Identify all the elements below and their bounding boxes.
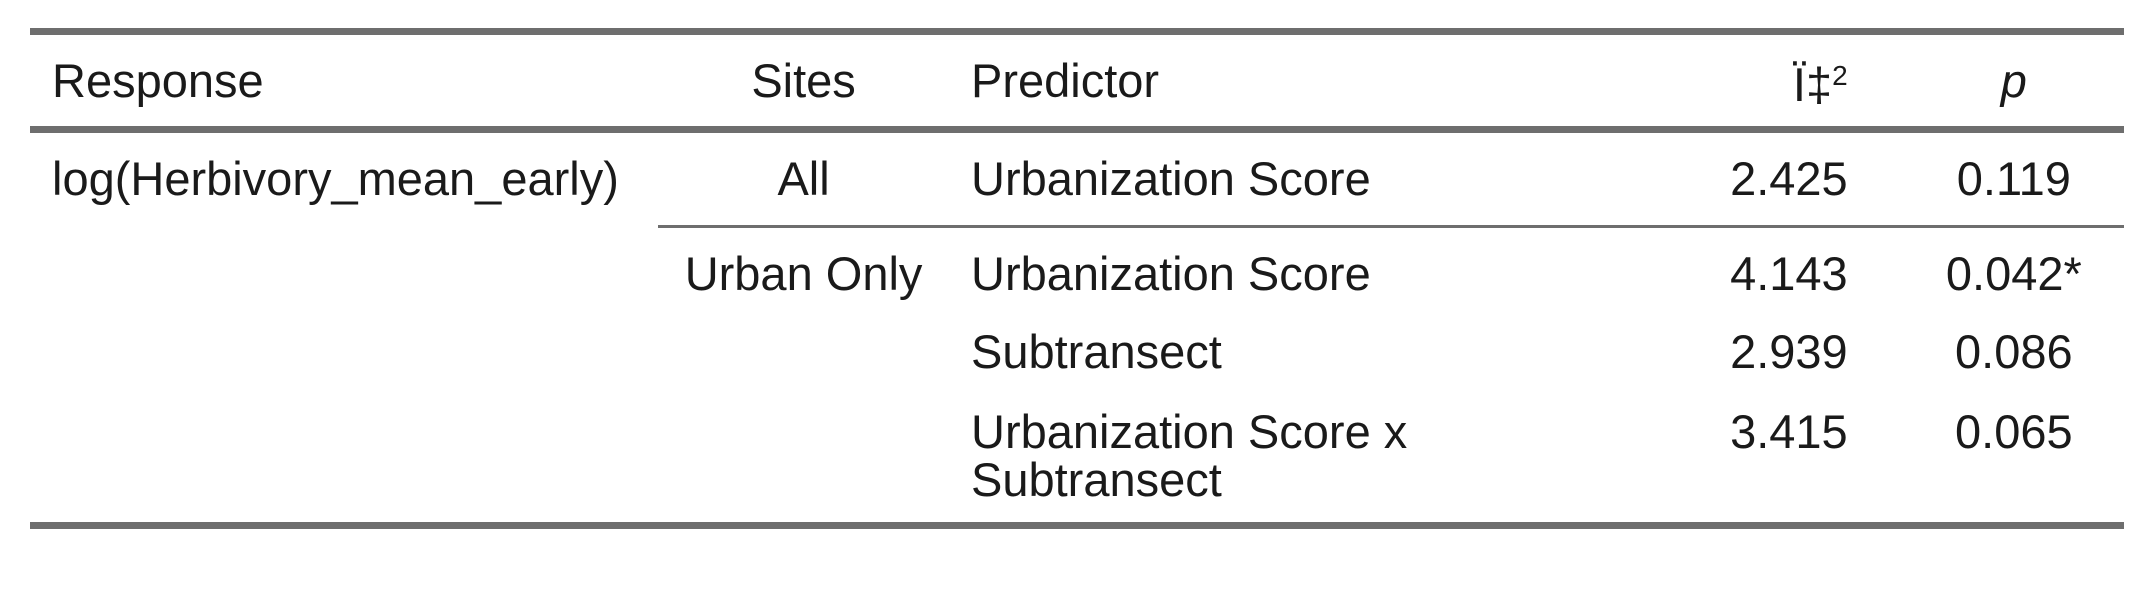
cell-response: log(Herbivory_mean_early) xyxy=(52,152,619,205)
header-sites: Sites xyxy=(751,53,856,107)
table-header: Response Sites Predictor Ï‡2 p xyxy=(30,31,2124,130)
cell-sites: All xyxy=(658,129,949,228)
table-body: log(Herbivory_mean_early) All Urbanizati… xyxy=(30,129,2124,526)
cell-p-value: 0.042* xyxy=(1945,247,2082,300)
cell-predictor: Urbanization Score x Subtransect xyxy=(949,392,1662,526)
cell-chi-squared: 3.415 xyxy=(1730,405,1848,458)
cell-predictor: Subtransect xyxy=(971,325,1222,378)
cell-p-value: 0.119 xyxy=(1903,129,2124,228)
header-chi-base: Ï‡ xyxy=(1792,58,1833,111)
cell-sites xyxy=(658,312,949,392)
table-row: Urban Only Urbanization Score 4.143 0.04… xyxy=(30,227,2124,313)
results-table: Response Sites Predictor Ï‡2 p log(Herbi… xyxy=(30,28,2124,529)
header-response: Response xyxy=(52,53,264,107)
table-row: log(Herbivory_mean_early) All Urbanizati… xyxy=(30,129,2124,228)
header-p-value: p xyxy=(2000,53,2027,107)
cell-sites xyxy=(658,392,949,526)
header-chi-squared: Ï‡2 xyxy=(1662,32,1904,130)
header-row: Response Sites Predictor Ï‡2 p xyxy=(30,31,2124,130)
cell-chi-squared: 2.939 xyxy=(1730,325,1848,378)
cell-chi-squared: 2.425 xyxy=(1661,129,1904,228)
cell-response xyxy=(30,392,658,526)
table-row: Subtransect 2.939 0.086 xyxy=(30,312,2124,392)
cell-predictor: Urbanization Score xyxy=(949,129,1662,228)
cell-p-value: 0.065 xyxy=(1955,405,2073,458)
table-row: Urbanization Score x Subtransect 3.415 0.… xyxy=(30,392,2124,526)
cell-predictor: Urbanization Score xyxy=(971,247,1371,300)
cell-response xyxy=(30,312,658,392)
cell-sites: Urban Only xyxy=(684,247,923,300)
cell-p-value: 0.086 xyxy=(1955,325,2073,378)
header-predictor: Predictor xyxy=(971,53,1160,107)
cell-chi-squared: 4.143 xyxy=(1730,247,1848,300)
cell-predictor-line1: Urbanization Score x xyxy=(971,405,1408,458)
results-table-container: Response Sites Predictor Ï‡2 p log(Herbi… xyxy=(30,28,2124,529)
cell-response xyxy=(30,227,658,313)
header-chi-superscript: 2 xyxy=(1832,60,1848,91)
cell-predictor-line2: Subtransect xyxy=(971,453,1222,506)
